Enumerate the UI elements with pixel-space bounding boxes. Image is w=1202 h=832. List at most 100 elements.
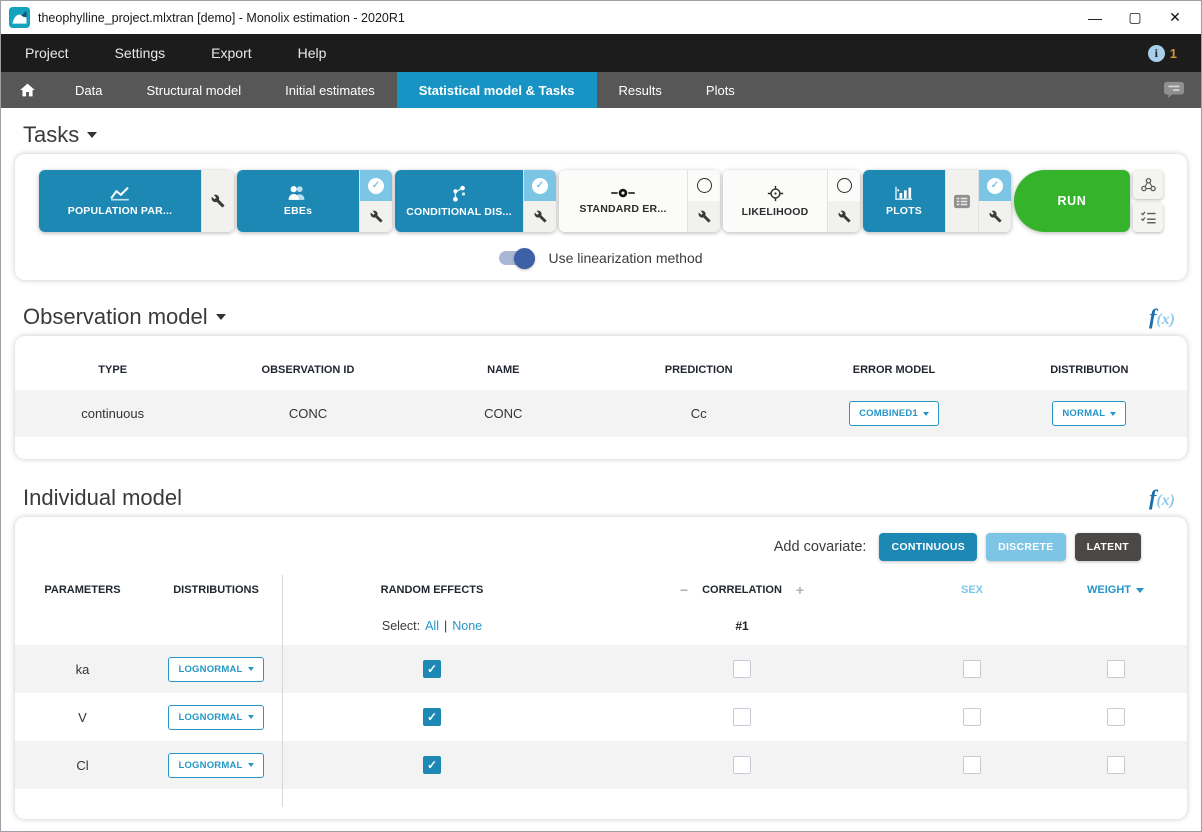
tasks-collapse-caret-icon[interactable] [87,132,97,138]
workflow-share-icon[interactable] [1133,170,1163,199]
add-latent-covariate-button[interactable]: LATENT [1075,533,1141,561]
distribution-dropdown[interactable]: NORMAL [1052,401,1126,426]
task-ebes[interactable]: EBEs ✓ [237,170,392,232]
obs-type-value: continuous [15,390,210,437]
empty-circle-icon [697,178,712,193]
crosshair-icon [767,185,784,202]
check-circle-icon: ✓ [532,178,548,194]
weight-covariate-checkbox-cl[interactable] [1107,756,1125,774]
col-error-model: ERROR MODEL [796,350,991,390]
distribution-dropdown-cl[interactable]: LOGNORMAL [168,753,263,778]
task-checklist-icon[interactable] [1133,203,1163,232]
likelihood-settings-wrench-icon[interactable] [828,201,860,232]
window-title: theophylline_project.mlxtran [demo] - Mo… [38,11,405,25]
main-content: Tasks POPULATION PAR... [1,108,1201,831]
tab-structural-model[interactable]: Structural model [124,72,263,108]
task-standard-errors[interactable]: STANDARD ER... [559,170,720,232]
standard-errors-settings-wrench-icon[interactable] [688,201,720,232]
tab-results[interactable]: Results [597,72,684,108]
weight-covariate-checkbox-ka[interactable] [1107,660,1125,678]
select-none-link[interactable]: None [452,619,482,633]
col-name: NAME [406,350,601,390]
individual-model-card: Add covariate: CONTINUOUS DISCRETE LATEN… [15,517,1187,819]
plots-enabled-toggle[interactable]: ✓ [979,170,1011,201]
task-likelihood[interactable]: LIKELIHOOD [723,170,860,232]
task-plots[interactable]: PLOTS ✓ [863,170,1011,232]
feedback-chat-icon[interactable] [1163,80,1185,100]
random-effect-checkbox-v[interactable] [423,708,441,726]
select-all-link[interactable]: All [425,619,439,633]
menu-help[interactable]: Help [298,45,327,61]
observation-model-title[interactable]: Observation model [23,304,208,330]
sex-covariate-checkbox-cl[interactable] [963,756,981,774]
tab-plots[interactable]: Plots [684,72,757,108]
chevron-down-icon [1136,588,1144,593]
tasks-section-title[interactable]: Tasks [23,122,79,148]
remove-correlation-button[interactable]: − [680,582,688,598]
error-model-dropdown[interactable]: COMBINED1 [849,401,939,426]
tabbar: Data Structural model Initial estimates … [1,72,1201,108]
check-circle-icon: ✓ [368,178,384,194]
line-chart-icon [109,185,131,201]
tab-data[interactable]: Data [53,72,124,108]
monolix-logo-icon [9,7,30,28]
correlation-checkbox-cl[interactable] [733,756,751,774]
sex-covariate-checkbox-ka[interactable] [963,660,981,678]
random-effect-checkbox-cl[interactable] [423,756,441,774]
individual-model-title: Individual model [23,485,182,511]
col-weight-dropdown[interactable]: WEIGHT [1042,573,1189,607]
maximize-button[interactable]: ▢ [1115,4,1155,32]
conditional-distribution-settings-wrench-icon[interactable] [524,201,556,232]
population-parameters-settings-wrench-icon[interactable] [202,170,234,232]
minimize-button[interactable]: — [1075,4,1115,32]
menu-project[interactable]: Project [25,45,69,61]
random-effect-checkbox-ka[interactable] [423,660,441,678]
weight-covariate-checkbox-v[interactable] [1107,708,1125,726]
tab-home[interactable] [1,72,53,108]
add-continuous-covariate-button[interactable]: CONTINUOUS [879,533,977,561]
chevron-down-icon [248,763,254,767]
close-button[interactable]: ✕ [1155,4,1195,32]
conditional-distribution-enabled-toggle[interactable]: ✓ [524,170,556,201]
observation-table-row: continuous CONC CONC Cc COMBINED1 NORMAL [15,390,1187,437]
standard-errors-enabled-toggle[interactable] [688,170,720,201]
add-covariate-label: Add covariate: [774,539,867,555]
add-correlation-button[interactable]: + [796,582,804,598]
sex-covariate-checkbox-v[interactable] [963,708,981,726]
tab-initial-estimates[interactable]: Initial estimates [263,72,397,108]
menu-export[interactable]: Export [211,45,251,61]
individual-formula-button[interactable]: f(x) [1149,485,1175,511]
correlation-checkbox-v[interactable] [733,708,751,726]
correlation-group-label: #1 [582,607,902,645]
add-discrete-covariate-button[interactable]: DISCRETE [986,533,1066,561]
observation-formula-button[interactable]: f(x) [1149,304,1175,330]
select-separator: | [444,619,447,633]
tab-statistical-model-tasks[interactable]: Statistical model & Tasks [397,72,597,108]
info-icon[interactable]: i [1148,45,1165,62]
likelihood-enabled-toggle[interactable] [828,170,860,201]
slider-dot-icon [610,187,636,199]
menubar: Project Settings Export Help i 1 [1,34,1201,72]
bar-chart-icon [894,185,914,201]
parameter-row-v: V LOGNORMAL [15,693,1187,741]
linearization-toggle[interactable] [499,251,535,265]
parameter-row-ka: ka LOGNORMAL [15,645,1187,693]
distribution-dropdown-v[interactable]: LOGNORMAL [168,705,263,730]
distribution-dropdown-ka[interactable]: LOGNORMAL [168,657,263,682]
ebes-settings-wrench-icon[interactable] [360,201,392,232]
parameter-row-cl: Cl LOGNORMAL [15,741,1187,789]
task-conditional-distribution[interactable]: CONDITIONAL DIS... ✓ [395,170,556,232]
chevron-down-icon [248,667,254,671]
correlation-checkbox-ka[interactable] [733,660,751,678]
task-population-parameters[interactable]: POPULATION PAR... [39,170,234,232]
plots-list-button[interactable] [946,170,978,232]
parameter-name: V [15,693,150,741]
run-button[interactable]: RUN [1014,170,1130,232]
col-type: TYPE [15,350,210,390]
ebes-enabled-toggle[interactable]: ✓ [360,170,392,201]
menu-settings[interactable]: Settings [115,45,166,61]
chevron-down-icon [923,412,929,416]
col-random-effects: RANDOM EFFECTS [282,573,582,607]
observation-model-collapse-caret-icon[interactable] [216,314,226,320]
plots-settings-wrench-icon[interactable] [979,201,1011,232]
